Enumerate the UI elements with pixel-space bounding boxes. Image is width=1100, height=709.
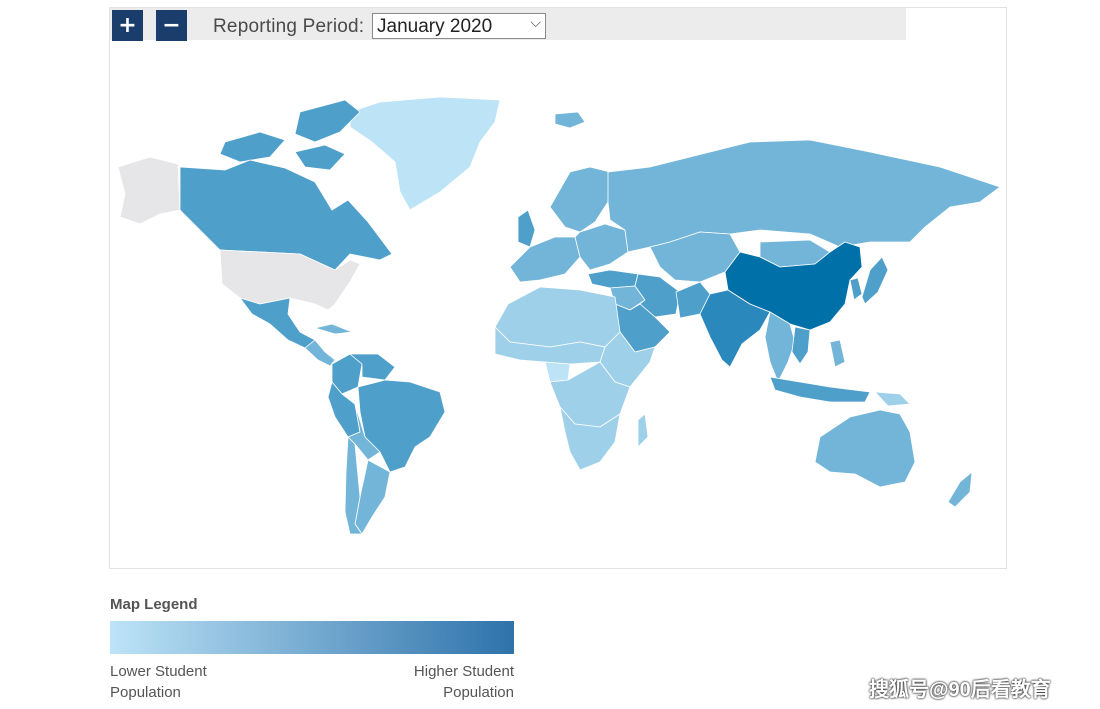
- region-canada-islands-2[interactable]: [219, 131, 286, 163]
- region-north-africa[interactable]: [494, 286, 621, 348]
- region-mexico[interactable]: [239, 297, 316, 349]
- watermark: 搜狐号@90后看教育: [869, 679, 1051, 701]
- legend-high-line2: Population: [443, 684, 514, 701]
- region-vietnam[interactable]: [791, 326, 811, 365]
- region-cuba[interactable]: [314, 323, 353, 335]
- region-iceland[interactable]: [554, 111, 586, 129]
- region-greenland[interactable]: [349, 96, 501, 211]
- zoom-in-button[interactable]: +: [112, 10, 143, 41]
- region-new-zealand[interactable]: [947, 471, 973, 508]
- legend-gradient-bar: [110, 621, 514, 654]
- region-central-america[interactable]: [304, 339, 336, 367]
- region-turkey[interactable]: [587, 269, 639, 289]
- region-western-europe[interactable]: [509, 236, 581, 283]
- reporting-period-label: Reporting Period:: [213, 16, 365, 37]
- region-australia[interactable]: [814, 409, 916, 488]
- region-canada-islands[interactable]: [294, 99, 361, 143]
- region-japan[interactable]: [861, 256, 889, 305]
- region-madagascar[interactable]: [637, 413, 649, 448]
- legend-low-line1: Lower Student: [110, 663, 207, 680]
- zoom-out-button[interactable]: −: [156, 10, 187, 41]
- region-scandinavia[interactable]: [549, 166, 611, 233]
- chevron-down-icon: ⌵: [530, 15, 541, 31]
- reporting-period-value: January 2020: [377, 16, 493, 37]
- reporting-period-select[interactable]: January 2020 ⌵: [372, 13, 546, 39]
- region-canada-islands-3[interactable]: [294, 144, 346, 171]
- region-uk[interactable]: [517, 209, 536, 248]
- region-eastern-europe[interactable]: [574, 223, 629, 271]
- region-philippines[interactable]: [829, 339, 846, 368]
- map-toolbar: + − Reporting Period: January 2020 ⌵: [110, 8, 906, 41]
- region-alaska[interactable]: [117, 156, 181, 225]
- legend-high-label: Higher Student Population: [364, 661, 514, 703]
- legend-high-line1: Higher Student: [413, 663, 514, 680]
- legend-title: Map Legend: [110, 596, 198, 613]
- region-indonesia[interactable]: [769, 376, 871, 403]
- region-papua-new-guinea[interactable]: [874, 391, 911, 407]
- world-map[interactable]: [110, 42, 1006, 568]
- legend-low-label: Lower Student Population: [110, 661, 260, 703]
- legend-low-line2: Population: [110, 684, 181, 701]
- map-panel[interactable]: + − Reporting Period: January 2020 ⌵: [109, 7, 1007, 569]
- region-nigeria[interactable]: [544, 361, 571, 383]
- region-russia[interactable]: [607, 139, 1001, 253]
- region-korea[interactable]: [849, 277, 863, 301]
